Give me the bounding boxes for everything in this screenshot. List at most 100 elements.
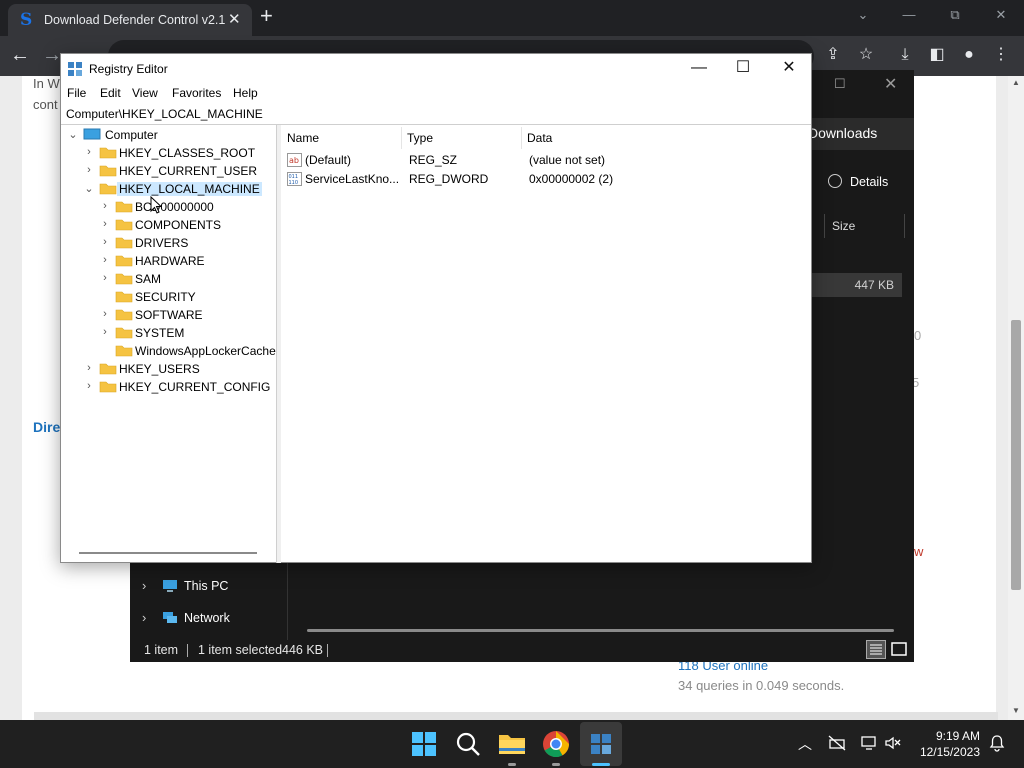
registry-editor-icon — [68, 62, 82, 76]
scroll-up-icon[interactable]: ▲ — [1012, 78, 1020, 87]
address-bar[interactable]: Computer\HKEY_LOCAL_MACHINE — [61, 105, 811, 125]
chevron-right-icon[interactable]: › — [99, 236, 111, 248]
value-row[interactable]: ab (Default) REG_SZ (value not set) — [281, 151, 811, 169]
app-active-indicator — [592, 763, 610, 766]
key-tree-pane[interactable]: ⌄ Computer › HKEY_CLASSES_ROOT › HKEY_CU… — [61, 125, 277, 563]
tree-label: SECURITY — [135, 290, 196, 304]
page-left-margin — [0, 76, 22, 720]
menu-file[interactable]: File — [67, 86, 86, 100]
chevron-right-icon[interactable]: › — [99, 308, 111, 320]
computer-icon — [163, 580, 177, 592]
binary-value-icon: 011 110 — [287, 172, 302, 186]
column-header-name[interactable]: Name — [287, 131, 319, 145]
tab-search-icon[interactable]: ⌄ — [840, 4, 886, 28]
size-column-header[interactable]: Size — [832, 219, 855, 233]
column-header-type[interactable]: Type — [407, 131, 433, 145]
chevron-right-icon[interactable]: › — [99, 218, 111, 230]
chevron-down-icon[interactable]: ⌄ — [67, 128, 79, 141]
title-bar[interactable]: Registry Editor — ☐ ✕ — [61, 54, 811, 84]
clock-time[interactable]: 9:19 AM — [920, 729, 980, 743]
tree-horizontal-scrollbar[interactable] — [79, 552, 257, 554]
chevron-right-icon[interactable]: › — [83, 164, 95, 176]
tab-close-icon[interactable]: ✕ — [228, 11, 241, 29]
chevron-down-icon[interactable]: ⌄ — [83, 182, 95, 195]
scroll-down-icon[interactable]: ▼ — [1012, 706, 1020, 715]
volume-muted-icon[interactable] — [884, 734, 902, 752]
mouse-cursor-icon — [150, 196, 162, 214]
profile-icon[interactable]: ● — [958, 45, 980, 65]
app-running-indicator — [508, 763, 516, 766]
chevron-right-icon[interactable]: › — [83, 146, 95, 158]
explorer-close-button[interactable]: ✕ — [884, 74, 897, 94]
browser-restore-button[interactable]: ⧉ — [932, 4, 978, 28]
download-icon[interactable]: ⤓ — [894, 45, 916, 65]
clock-date[interactable]: 12/15/2023 — [910, 745, 980, 759]
column-separator[interactable] — [401, 127, 402, 149]
chevron-right-icon[interactable]: › — [142, 610, 162, 625]
browser-minimize-button[interactable]: — — [886, 4, 932, 28]
network-disconnected-icon[interactable] — [828, 734, 846, 752]
explorer-breadcrumb-downloads[interactable]: Downloads — [802, 118, 914, 150]
chevron-right-icon[interactable]: › — [83, 362, 95, 374]
explorer-maximize-button[interactable]: ☐ — [834, 76, 846, 92]
tree-label: HKEY_CURRENT_CONFIG — [119, 380, 271, 394]
network-icon — [163, 612, 177, 623]
value-type: REG_DWORD — [409, 172, 489, 186]
browser-tab[interactable]: S Download Defender Control v2.1 ✕ — [8, 4, 252, 36]
values-list-pane[interactable]: Name Type Data ab (Default) REG_SZ (valu… — [281, 125, 811, 563]
status-bar: 1 item 1 item selected 446 KB — [130, 638, 914, 662]
page-link[interactable]: Dire — [33, 419, 60, 435]
maximize-button[interactable]: ☐ — [720, 58, 766, 80]
window-title: Registry Editor — [89, 62, 168, 76]
tree-label: DRIVERS — [135, 236, 189, 250]
menu-help[interactable]: Help — [233, 86, 258, 100]
chevron-right-icon[interactable]: › — [83, 380, 95, 392]
forward-button[interactable]: → — [42, 44, 62, 66]
menu-edit[interactable]: Edit — [100, 86, 121, 100]
details-pane-button[interactable]: Details — [828, 174, 888, 189]
menu-favorites[interactable]: Favorites — [172, 86, 221, 100]
browser-close-button[interactable]: ✕ — [978, 4, 1024, 28]
scroll-thumb[interactable] — [1011, 320, 1021, 590]
column-separator[interactable] — [521, 127, 522, 149]
horizontal-scrollbar[interactable] — [307, 629, 894, 632]
network-icon[interactable] — [860, 734, 878, 752]
new-tab-button[interactable]: + — [260, 4, 273, 28]
registry-editor-icon[interactable] — [585, 728, 617, 760]
nav-item-this-pc[interactable]: › This PC — [142, 578, 228, 600]
menu-kebab-icon[interactable]: ⋮ — [990, 45, 1012, 65]
nav-pane-divider — [287, 562, 288, 640]
app-running-indicator — [552, 763, 560, 766]
side-panel-icon[interactable]: ◧ — [926, 45, 948, 65]
chrome-icon[interactable] — [540, 728, 572, 760]
nav-item-network[interactable]: › Network — [142, 610, 230, 632]
nav-label: This PC — [184, 579, 229, 593]
bookmark-star-icon[interactable]: ☆ — [855, 45, 877, 65]
details-view-button[interactable] — [866, 640, 886, 659]
column-header-data[interactable]: Data — [527, 131, 552, 145]
tray-overflow-chevron-icon[interactable]: ︿ — [798, 734, 812, 754]
chevron-right-icon[interactable]: › — [142, 578, 162, 593]
close-button[interactable]: ✕ — [766, 58, 812, 80]
value-row[interactable]: 011 110 ServiceLastKno... REG_DWORD 0x00… — [281, 170, 811, 188]
folder-icon — [99, 381, 117, 393]
tree-label: SYSTEM — [135, 326, 185, 340]
menu-view[interactable]: View — [132, 86, 158, 100]
back-button[interactable]: ← — [10, 44, 30, 66]
file-row[interactable]: 447 KB — [810, 273, 902, 297]
minimize-button[interactable]: — — [676, 58, 722, 80]
windows-start-icon[interactable] — [408, 728, 440, 760]
chevron-right-icon[interactable]: › — [99, 272, 111, 284]
large-icons-view-button[interactable] — [890, 640, 908, 659]
notification-bell-icon[interactable] — [988, 734, 1006, 752]
share-icon[interactable]: ⇪ — [822, 45, 844, 65]
tree-label: WindowsAppLockerCache — [135, 344, 276, 358]
search-icon[interactable] — [452, 728, 484, 760]
value-data: (value not set) — [529, 153, 606, 167]
chevron-right-icon[interactable]: › — [99, 326, 111, 338]
chevron-right-icon[interactable]: › — [99, 200, 111, 212]
page-scrollbar[interactable]: ▲ ▼ — [1008, 76, 1024, 720]
chevron-right-icon[interactable]: › — [99, 254, 111, 266]
file-explorer-icon[interactable] — [496, 728, 528, 760]
value-type: REG_SZ — [409, 153, 458, 167]
